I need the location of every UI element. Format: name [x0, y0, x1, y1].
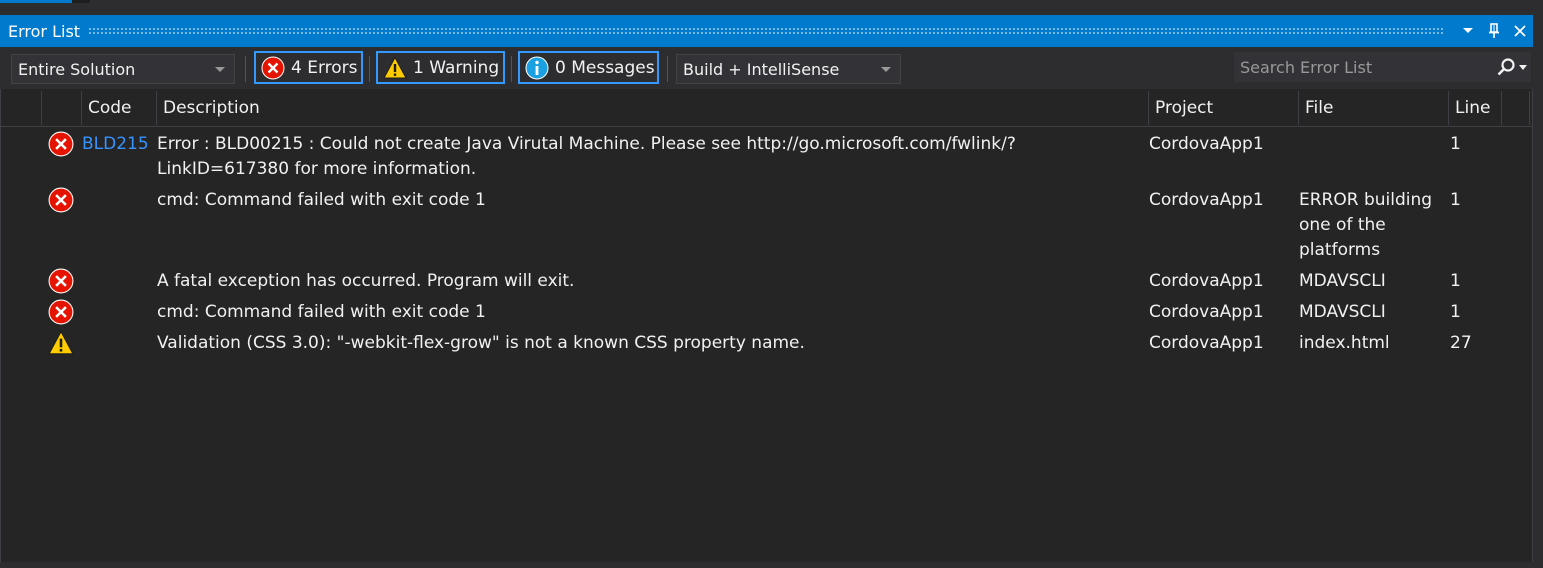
chevron-down-icon: [881, 66, 891, 72]
error-icon: [48, 268, 74, 294]
tab-indicator-dark: [72, 0, 90, 3]
error-project: CordovaApp1: [1149, 134, 1264, 154]
scope-dropdown-value: Entire Solution: [18, 59, 136, 79]
search-icon[interactable]: [1493, 54, 1519, 80]
warning-icon: [48, 330, 74, 356]
toolbar-separator: [369, 56, 370, 82]
error-file: MDAVSCLI: [1299, 271, 1386, 291]
column-header-description[interactable]: Description: [163, 89, 260, 126]
error-icon: [48, 299, 74, 325]
error-line: 1: [1450, 302, 1461, 322]
column-separator[interactable]: [81, 91, 82, 125]
source-dropdown-value: Build + IntelliSense: [683, 59, 840, 79]
error-icon: [261, 56, 285, 80]
active-tab-indicator: [0, 0, 72, 3]
table-header: Code Description Project File Line: [1, 89, 1532, 127]
error-code-link[interactable]: BLD215: [82, 132, 149, 157]
column-header-code[interactable]: Code: [88, 89, 132, 126]
warning-description: Validation (CSS 3.0): "-webkit-flex-grow…: [157, 333, 805, 353]
column-separator[interactable]: [1448, 91, 1449, 125]
warnings-filter-button[interactable]: 1 Warning: [376, 51, 505, 84]
chevron-down-icon: [215, 66, 225, 72]
toolbar-separator: [511, 56, 512, 82]
error-list-table: Code Description Project File Line BLD21…: [0, 89, 1533, 562]
errors-filter-button[interactable]: 4 Errors: [254, 51, 363, 84]
scope-dropdown[interactable]: Entire Solution: [11, 54, 235, 84]
column-header-project[interactable]: Project: [1155, 89, 1213, 126]
document-tab-strip: [0, 0, 1543, 15]
error-file: MDAVSCLI: [1299, 302, 1386, 322]
error-file: ERROR building one of the platforms: [1299, 190, 1433, 260]
column-separator[interactable]: [1148, 91, 1149, 125]
error-project: CordovaApp1: [1149, 302, 1264, 322]
errors-filter-label: 4 Errors: [291, 57, 358, 78]
warning-line: 27: [1450, 333, 1472, 353]
error-line: 1: [1450, 134, 1461, 154]
error-description: Error : BLD00215 : Could not create Java…: [157, 134, 1016, 179]
error-description: cmd: Command failed with exit code 1: [157, 302, 486, 322]
toolbar-separator: [245, 56, 246, 82]
window-right-edge: [1533, 15, 1543, 568]
tool-window-title-bar[interactable]: Error List: [0, 15, 1533, 47]
window-title: Error List: [8, 21, 81, 41]
error-project: CordovaApp1: [1149, 271, 1264, 291]
close-icon[interactable]: [1507, 18, 1533, 44]
warnings-filter-label: 1 Warning: [413, 57, 500, 78]
window-position-icon[interactable]: [1455, 18, 1481, 44]
column-separator[interactable]: [1501, 91, 1502, 125]
search-options-chevron-icon[interactable]: [1519, 64, 1527, 70]
column-separator: [1529, 91, 1530, 125]
messages-filter-label: 0 Messages: [555, 57, 655, 78]
error-description: cmd: Command failed with exit code 1: [157, 190, 486, 210]
warning-icon: [383, 55, 407, 80]
error-line: 1: [1450, 271, 1461, 291]
error-icon: [48, 131, 74, 157]
error-line: 1: [1450, 190, 1461, 210]
title-bar-grip[interactable]: [88, 27, 1445, 35]
error-list-toolbar: Entire Solution 4 Errors 1 Warning 0 Mes…: [0, 47, 1533, 89]
search-input[interactable]: Search Error List: [1234, 58, 1493, 77]
source-dropdown[interactable]: Build + IntelliSense: [676, 54, 901, 84]
search-error-list[interactable]: Search Error List: [1234, 52, 1531, 82]
pin-icon[interactable]: [1481, 18, 1507, 44]
warning-file: index.html: [1299, 333, 1390, 353]
error-description: A fatal exception has occurred. Program …: [157, 271, 575, 291]
column-header-line[interactable]: Line: [1455, 89, 1490, 126]
warning-project: CordovaApp1: [1149, 333, 1264, 353]
column-header-file[interactable]: File: [1305, 89, 1333, 126]
error-project: CordovaApp1: [1149, 190, 1264, 210]
column-separator[interactable]: [41, 91, 42, 125]
toolbar-separator: [667, 56, 668, 82]
column-separator[interactable]: [156, 91, 157, 125]
window-bottom-edge: [0, 562, 1543, 568]
column-separator[interactable]: [1298, 91, 1299, 125]
info-icon: [525, 56, 549, 80]
error-icon: [48, 187, 74, 213]
messages-filter-button[interactable]: 0 Messages: [518, 51, 659, 84]
